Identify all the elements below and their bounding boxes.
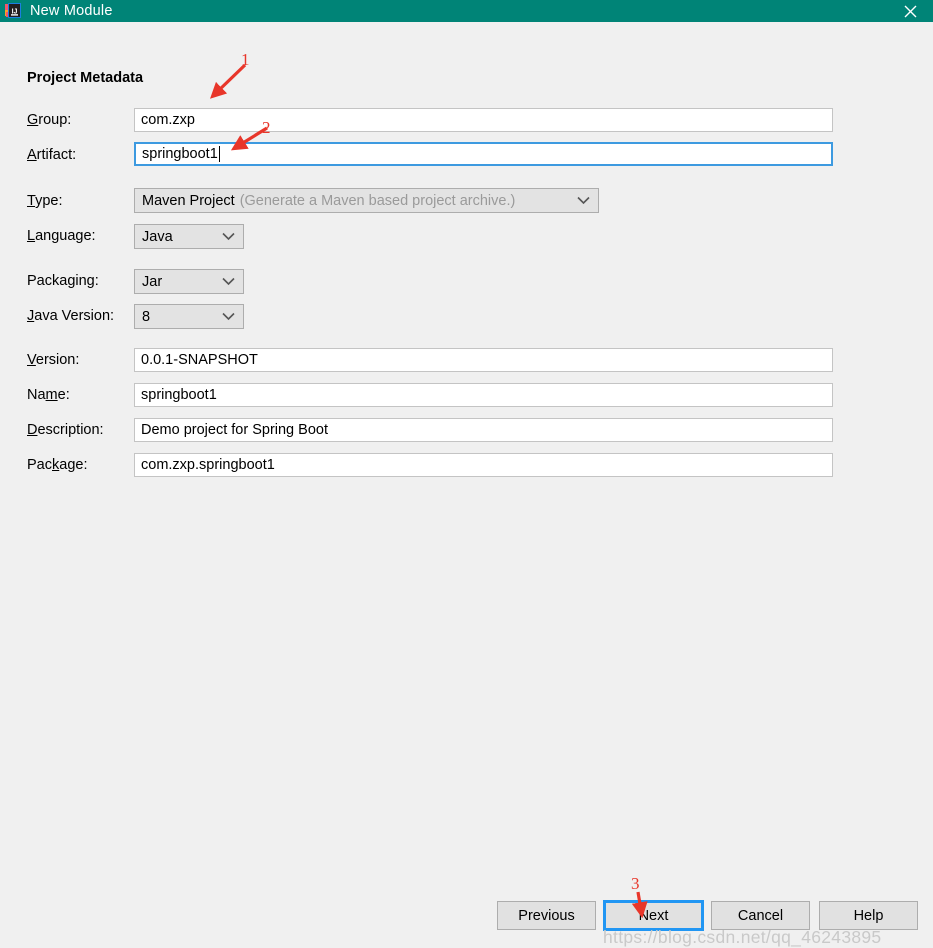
package-field-value: com.zxp.springboot1	[141, 457, 275, 473]
type-dropdown-hint: (Generate a Maven based project archive.…	[239, 192, 516, 209]
label-name: Name:	[27, 387, 70, 403]
annotation-arrow-3	[631, 891, 648, 919]
description-field[interactable]: Demo project for Spring Boot	[134, 418, 833, 442]
cancel-button[interactable]: Cancel	[711, 901, 810, 930]
cancel-button-label: Cancel	[737, 907, 784, 924]
label-version: Version:	[27, 352, 80, 368]
chevron-down-icon	[577, 189, 590, 212]
label-type: Type:	[27, 193, 63, 209]
label-package: Package:	[27, 457, 88, 473]
name-field-value: springboot1	[141, 387, 217, 403]
packaging-dropdown-value: Jar	[142, 273, 163, 290]
close-icon[interactable]	[887, 0, 933, 22]
dialog-content: Project Metadata Group: com.zxp Artifact…	[0, 22, 933, 947]
name-field[interactable]: springboot1	[134, 383, 833, 407]
help-button-label: Help	[853, 907, 884, 924]
annotation-arrow-2	[230, 126, 268, 151]
help-button[interactable]: Help	[819, 901, 918, 930]
version-field[interactable]: 0.0.1-SNAPSHOT	[134, 348, 833, 372]
label-packaging: Packaging:	[27, 273, 99, 289]
java-version-dropdown-value: 8	[142, 308, 151, 325]
artifact-field-value: springboot1	[142, 146, 218, 162]
label-language: Language:	[27, 228, 96, 244]
package-field[interactable]: com.zxp.springboot1	[134, 453, 833, 477]
chevron-down-icon	[222, 225, 235, 248]
type-dropdown[interactable]: Maven Project (Generate a Maven based pr…	[134, 188, 599, 213]
version-field-value: 0.0.1-SNAPSHOT	[141, 352, 258, 368]
intellij-idea-icon: IJ	[5, 3, 21, 19]
page-title: Project Metadata	[27, 70, 144, 86]
previous-button-label: Previous	[518, 907, 575, 924]
label-description: Description:	[27, 422, 104, 438]
window-titlebar: IJ New Module	[0, 0, 933, 22]
window-title: New Module	[30, 3, 113, 19]
label-artifact: Artifact:	[27, 147, 77, 163]
previous-button[interactable]: Previous	[497, 901, 596, 930]
language-dropdown[interactable]: Java	[134, 224, 244, 249]
java-version-dropdown[interactable]: 8	[134, 304, 244, 329]
description-field-value: Demo project for Spring Boot	[141, 422, 328, 438]
chevron-down-icon	[222, 305, 235, 328]
label-group: Group:	[27, 112, 72, 128]
type-dropdown-value: Maven Project	[142, 192, 235, 209]
packaging-dropdown[interactable]: Jar	[134, 269, 244, 294]
text-caret	[218, 146, 220, 162]
chevron-down-icon	[222, 270, 235, 293]
group-field-value: com.zxp	[141, 112, 195, 128]
annotation-arrow-1	[210, 63, 247, 99]
watermark-text: https://blog.csdn.net/qq_46243895	[603, 927, 882, 947]
language-dropdown-value: Java	[142, 228, 173, 245]
label-java-version: Java Version:	[27, 308, 115, 324]
